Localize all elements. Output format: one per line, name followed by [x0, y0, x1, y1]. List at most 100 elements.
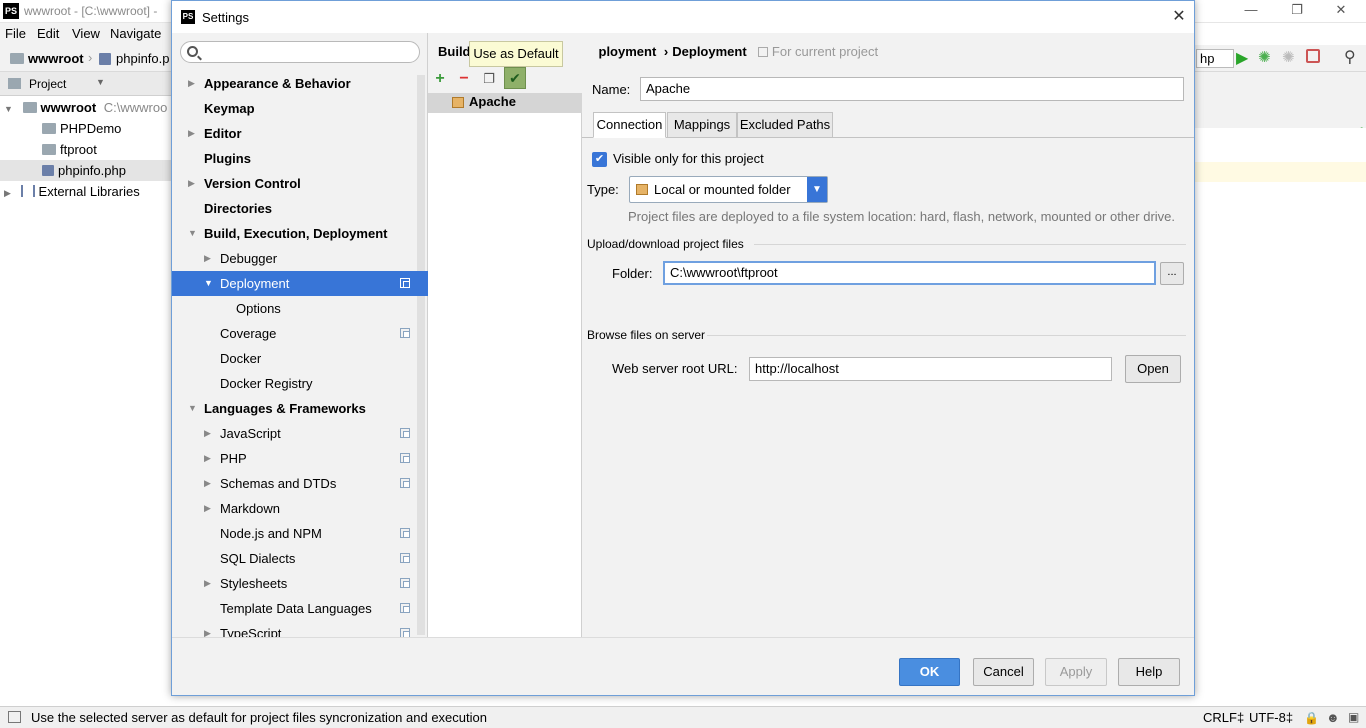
nav-file[interactable]: phpinfo.p [116, 51, 170, 66]
editor-area[interactable] [1194, 128, 1366, 696]
visible-only-checkbox[interactable]: ✔ [592, 152, 607, 167]
project-label[interactable]: Project [29, 77, 66, 91]
expand-down-icon[interactable]: ▼ [204, 271, 213, 296]
nav-item-plugins[interactable]: Plugins [172, 146, 428, 171]
nav-item-version-control[interactable]: ▶ Version Control [172, 171, 428, 196]
chevron-down-icon[interactable]: ▼ [807, 177, 827, 202]
nav-item-php[interactable]: ▶ PHP [172, 446, 428, 471]
copy-server-icon[interactable]: ❐ [479, 69, 499, 89]
open-button[interactable]: Open [1125, 355, 1181, 383]
nav-item-options[interactable]: Options [172, 296, 428, 321]
dropdown-arrow-icon[interactable]: ▼ [96, 77, 105, 87]
nav-item-keymap[interactable]: Keymap [172, 96, 428, 121]
use-as-default-icon[interactable]: ✔ [504, 67, 526, 89]
debug-icon[interactable]: ✺ [1258, 48, 1271, 66]
breadcrumb-middle[interactable]: ployment [599, 44, 657, 59]
expand-right-icon[interactable]: ▶ [204, 246, 211, 271]
nav-item-docker[interactable]: Docker [172, 346, 428, 371]
nav-item-docker-registry[interactable]: Docker Registry [172, 371, 428, 396]
breadcrumb-separator: › [663, 44, 669, 59]
nav-item-editor[interactable]: ▶ Editor [172, 121, 428, 146]
tab-connection[interactable]: Connection [593, 112, 666, 138]
run-icon[interactable]: ▶ [1236, 48, 1248, 68]
expand-right-icon[interactable]: ▶ [204, 421, 211, 446]
remove-server-icon[interactable]: − [454, 69, 474, 89]
settings-dialog: PS Settings ✕ ▶ Appearance & Behavior Keym… [171, 0, 1195, 696]
nav-item-directories[interactable]: Directories [172, 196, 428, 221]
expand-right-icon[interactable]: ▶ [188, 121, 195, 146]
coverage-icon[interactable]: ✺ [1282, 48, 1295, 66]
event-log-icon[interactable]: ▣ [1348, 710, 1359, 724]
settings-navigation: ▶ Appearance & Behavior Keymap ▶ Editor Plugi… [172, 33, 428, 641]
nav-item-debugger[interactable]: ▶ Debugger [172, 246, 428, 271]
expand-right-icon[interactable]: ▶ [204, 571, 211, 596]
dialog-footer: OK Cancel Apply Help [172, 637, 1194, 695]
ok-button[interactable]: OK [899, 658, 960, 686]
server-name-field[interactable]: Apache [640, 77, 1184, 101]
folder-icon [10, 53, 24, 64]
nav-item-appearance-behavior[interactable]: ▶ Appearance & Behavior [172, 71, 428, 96]
menu-navigate[interactable]: Navigate [110, 26, 161, 41]
status-message: Use the selected server as default for p… [31, 710, 487, 725]
expand-down-icon[interactable]: ▼ [188, 396, 197, 421]
line-separator[interactable]: CRLF‡ [1203, 710, 1244, 725]
nav-item-deployment[interactable]: ▼ Deployment [172, 271, 428, 296]
apply-button[interactable]: Apply [1045, 658, 1107, 686]
tree-root-path: C:\wwwroo [103, 100, 168, 115]
status-bar: Use the selected server as default for p… [0, 706, 1366, 728]
nav-root[interactable]: wwwroot [28, 51, 84, 66]
dialog-close-icon[interactable]: ✕ [1170, 8, 1188, 26]
cancel-button[interactable]: Cancel [973, 658, 1034, 686]
project-icon [8, 78, 21, 89]
tree-item-external-libraries[interactable]: ▶ External Libraries [4, 181, 140, 202]
nav-item-markdown[interactable]: ▶ Markdown [172, 496, 428, 521]
lock-icon[interactable]: 🔒 [1304, 711, 1319, 725]
breadcrumb-build[interactable]: Build [438, 44, 471, 59]
nav-item-sql-dialects[interactable]: SQL Dialects [172, 546, 428, 571]
expand-right-icon[interactable]: ▶ [204, 471, 211, 496]
menu-file[interactable]: File [5, 26, 26, 41]
stop-icon[interactable] [1306, 49, 1320, 63]
web-root-url-input[interactable]: http://localhost [749, 357, 1112, 381]
nav-item-node-js-and-npm[interactable]: Node.js and NPM [172, 521, 428, 546]
browse-folder-button[interactable]: ... [1160, 262, 1184, 285]
search-everywhere-icon[interactable]: ⚲ [1344, 47, 1356, 67]
nav-item-template-data-languages[interactable]: Template Data Languages [172, 596, 428, 621]
minimize-icon[interactable]: — [1236, 2, 1266, 20]
nav-item-build-execution-deployment[interactable]: ▼ Build, Execution, Deployment [172, 221, 428, 246]
folder-input[interactable]: C:\wwwroot\ftproot [663, 261, 1156, 285]
expand-right-icon[interactable]: ▶ [188, 71, 195, 96]
toggle-tool-windows-icon[interactable] [8, 711, 21, 723]
expand-down-icon[interactable]: ▼ [188, 221, 197, 246]
nav-item-coverage[interactable]: Coverage [172, 321, 428, 346]
run-config-select[interactable]: hp [1196, 49, 1234, 68]
help-button[interactable]: Help [1118, 658, 1180, 686]
nav-item-languages-frameworks[interactable]: ▼ Languages & Frameworks [172, 396, 428, 421]
tree-item-phpdemo[interactable]: PHPDemo [42, 118, 121, 139]
nav-item-schemas-and-dtds[interactable]: ▶ Schemas and DTDs [172, 471, 428, 496]
expand-right-icon[interactable]: ▶ [204, 446, 211, 471]
visible-only-label[interactable]: Visible only for this project [613, 151, 764, 166]
restore-icon[interactable]: ❐ [1282, 2, 1312, 20]
tree-item-ftproot[interactable]: ftproot [42, 139, 97, 160]
tree-item-phpinfo[interactable]: phpinfo.php [0, 160, 172, 181]
menu-edit[interactable]: Edit [37, 26, 59, 41]
type-select[interactable]: Local or mounted folder ▼ [629, 176, 828, 203]
tab-mappings[interactable]: Mappings [667, 112, 737, 138]
tab-excluded-paths[interactable]: Excluded Paths [737, 112, 833, 138]
window-close-icon[interactable]: ✕ [1326, 2, 1356, 20]
nav-item-label: Template Data Languages [220, 601, 372, 616]
expand-right-icon[interactable]: ▶ [204, 496, 211, 521]
add-server-icon[interactable]: + [430, 69, 450, 89]
upload-section-title: Upload/download project files [587, 237, 744, 251]
settings-search-input[interactable] [180, 41, 420, 63]
expand-right-icon[interactable]: ▶ [188, 171, 195, 196]
menu-view[interactable]: View [72, 26, 100, 41]
nav-item-stylesheets[interactable]: ▶ Stylesheets [172, 571, 428, 596]
server-item-apache[interactable]: Apache [428, 93, 582, 113]
tree-root[interactable]: ▼ wwwroot C:\wwwroo [4, 97, 167, 118]
file-encoding[interactable]: UTF-8‡ [1249, 710, 1293, 725]
section-divider [754, 244, 1186, 245]
hector-icon[interactable]: ☻ [1326, 710, 1340, 725]
nav-item-javascript[interactable]: ▶ JavaScript [172, 421, 428, 446]
